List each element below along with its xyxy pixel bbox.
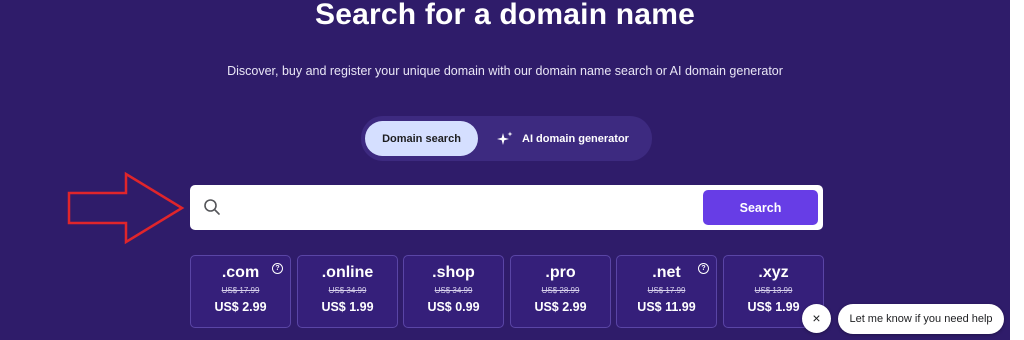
tld-old-price: US$ 13.99: [754, 286, 793, 295]
tld-card-net[interactable]: .net US$ 17.99 US$ 11.99 ?: [616, 255, 717, 328]
search-mode-toggle: Domain search AI domain generator: [361, 116, 652, 161]
domain-search-input[interactable]: [230, 191, 700, 224]
search-button[interactable]: Search: [703, 190, 818, 225]
tld-price-list: .com US$ 17.99 US$ 2.99 ? .online US$ 34…: [190, 255, 830, 328]
tab-ai-generator-label: AI domain generator: [522, 132, 629, 145]
tld-old-price: US$ 17.99: [647, 286, 686, 295]
tld-name: .shop: [432, 264, 475, 281]
tld-name: .xyz: [758, 264, 789, 281]
page-edge-strip: [1010, 0, 1024, 340]
chat-help-bubble[interactable]: Let me know if you need help: [838, 304, 1004, 334]
tld-new-price: US$ 2.99: [214, 300, 267, 314]
tld-old-price: US$ 34.99: [328, 286, 367, 295]
sparkle-icon: [497, 131, 513, 147]
search-icon: [203, 198, 221, 216]
domain-search-box: Search: [190, 185, 823, 230]
tld-old-price: US$ 34.99: [434, 286, 473, 295]
page-title: Search for a domain name: [315, 0, 695, 31]
tab-ai-domain-generator[interactable]: AI domain generator: [488, 121, 648, 156]
tld-new-price: US$ 11.99: [637, 300, 696, 314]
tld-name: .online: [321, 264, 374, 281]
tld-card-com[interactable]: .com US$ 17.99 US$ 2.99 ?: [190, 255, 291, 328]
question-circle-icon[interactable]: ?: [272, 263, 283, 274]
tab-domain-search-label: Domain search: [382, 132, 461, 145]
tld-new-price: US$ 2.99: [534, 300, 587, 314]
page-subtitle: Discover, buy and register your unique d…: [227, 64, 783, 78]
tld-old-price: US$ 17.99: [221, 286, 260, 295]
tld-card-pro[interactable]: .pro US$ 28.99 US$ 2.99: [510, 255, 611, 328]
tld-old-price: US$ 28.99: [541, 286, 580, 295]
tld-name: .pro: [545, 264, 576, 281]
tld-new-price: US$ 1.99: [321, 300, 374, 314]
tab-domain-search[interactable]: Domain search: [365, 121, 478, 156]
tld-card-shop[interactable]: .shop US$ 34.99 US$ 0.99: [403, 255, 504, 328]
tld-card-online[interactable]: .online US$ 34.99 US$ 1.99: [297, 255, 398, 328]
chat-close-button[interactable]: ×: [802, 304, 831, 333]
question-circle-icon[interactable]: ?: [698, 263, 709, 274]
tld-new-price: US$ 0.99: [427, 300, 480, 314]
annotation-arrow-icon: [67, 171, 185, 245]
